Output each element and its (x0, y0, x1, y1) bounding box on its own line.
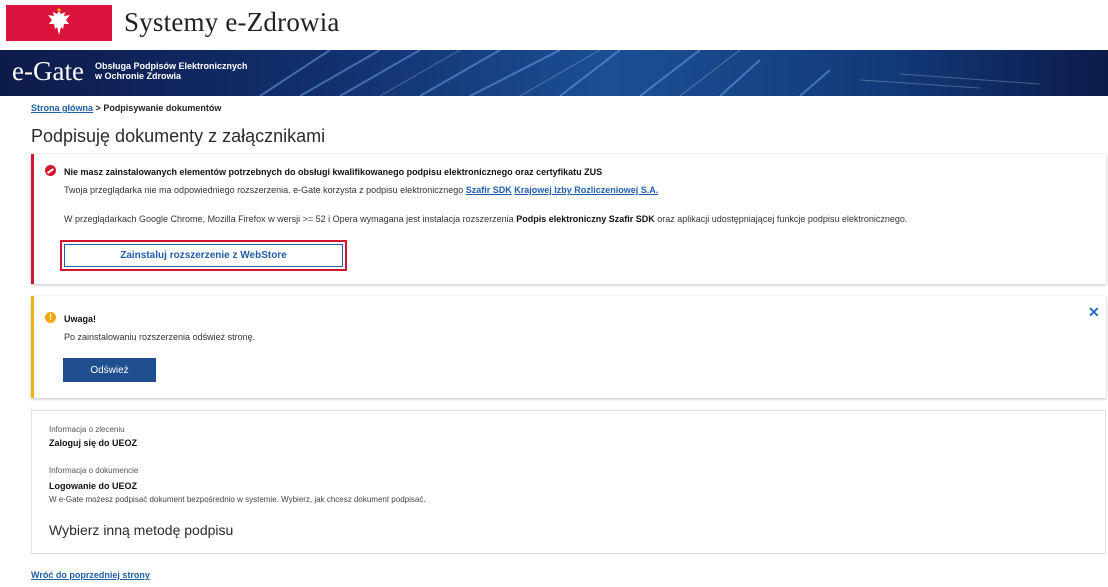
document-info-label: Informacja o dokumencie (49, 466, 139, 475)
breadcrumb: Strona główna > Podpisywanie dokumentów (31, 103, 221, 113)
choose-method-heading[interactable]: Wybierz inną metodę podpisu (49, 522, 233, 538)
error-description: Twoja przeglądarka nie ma odpowiedniego … (64, 185, 658, 195)
error-circle-icon (45, 165, 56, 176)
breadcrumb-separator: > (95, 103, 101, 113)
egate-subtitle: Obsługa Podpisów Elektronicznych w Ochro… (95, 61, 295, 81)
refresh-button[interactable]: Odśwież (63, 358, 156, 382)
document-info-value: Logowanie do UEOZ (49, 481, 137, 491)
egate-banner: e-Gate Obsługa Podpisów Elektronicznych … (0, 50, 1108, 96)
info-panel: Informacja o zleceniu Zaloguj się do UEO… (31, 410, 1106, 554)
install-button-highlight: Zainstaluj rozszerzenie z WebStore (60, 240, 347, 271)
install-extension-button[interactable]: Zainstaluj rozszerzenie z WebStore (64, 244, 343, 267)
document-info-note: W e-Gate możesz podpisać dokument bezpoś… (49, 495, 426, 504)
warning-text: Po zainstalowaniu rozszerzenia odśwież s… (64, 332, 256, 342)
browser-info-suffix: oraz aplikacji udostępniającej funkcje p… (654, 214, 908, 224)
polish-eagle-logo (6, 5, 112, 41)
page-title: Podpisuję dokumenty z załącznikami (31, 126, 326, 146)
error-browser-info: W przeglądarkach Google Chrome, Mozilla … (64, 214, 907, 224)
egate-subtitle-line1: Obsługa Podpisów Elektronicznych (95, 61, 248, 71)
error-panel: Nie masz zainstalowanych elementów potrz… (31, 154, 1106, 284)
error-heading: Nie masz zainstalowanych elementów potrz… (64, 167, 603, 177)
warning-heading: Uwaga! (64, 314, 97, 324)
kir-link[interactable]: Krajowej Izby Rozliczeniowej S.A. (514, 185, 658, 195)
browser-info-prefix: W przeglądarkach Google Chrome, Mozilla … (64, 214, 517, 224)
breadcrumb-home-link[interactable]: Strona główna (31, 103, 93, 113)
warning-circle-icon: ! (45, 312, 56, 323)
szafir-sdk-link[interactable]: Szafir SDK (466, 185, 512, 195)
order-info-label: Informacja o zleceniu (49, 425, 125, 434)
back-link[interactable]: Wróć do poprzedniej strony (31, 570, 150, 580)
eagle-icon (48, 8, 70, 35)
egate-logo: e-Gate (12, 56, 84, 86)
warning-panel: ! Uwaga! Po zainstalowaniu rozszerzenia … (31, 296, 1106, 398)
browser-info-extension-name: Podpis elektroniczny Szafir SDK (516, 214, 655, 224)
error-description-text: Twoja przeglądarka nie ma odpowiedniego … (64, 185, 466, 195)
close-icon[interactable]: ✕ (1088, 304, 1100, 321)
site-title: Systemy e-Zdrowia (124, 7, 340, 37)
egate-subtitle-line2: w Ochronie Zdrowia (95, 71, 182, 81)
order-info-value: Zaloguj się do UEOZ (49, 438, 138, 448)
breadcrumb-current: Podpisywanie dokumentów (103, 103, 222, 113)
brand-bar: Systemy e-Zdrowia (0, 0, 1108, 50)
